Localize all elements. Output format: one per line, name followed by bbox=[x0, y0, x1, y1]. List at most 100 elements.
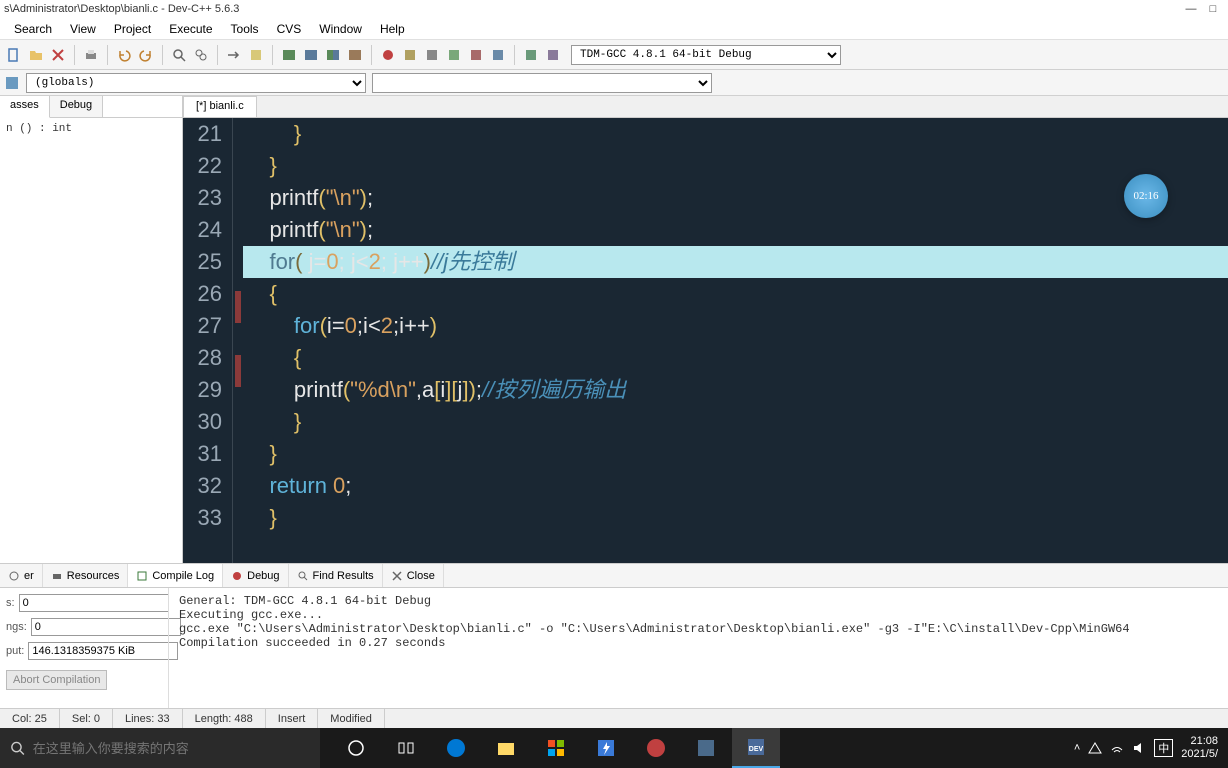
app-icon[interactable] bbox=[632, 728, 680, 768]
abort-button[interactable]: Abort Compilation bbox=[6, 670, 107, 690]
print-icon[interactable] bbox=[81, 45, 101, 65]
fold-strip[interactable] bbox=[233, 118, 243, 563]
app-edge-icon[interactable] bbox=[432, 728, 480, 768]
open-icon[interactable] bbox=[26, 45, 46, 65]
members-select[interactable] bbox=[372, 73, 712, 93]
bottom-tab-find-results[interactable]: Find Results bbox=[289, 564, 383, 587]
compiler-select[interactable]: TDM-GCC 4.8.1 64-bit Debug bbox=[571, 45, 841, 65]
output-field[interactable] bbox=[28, 642, 178, 660]
svg-text:DEV: DEV bbox=[749, 746, 764, 753]
app-icon-2[interactable] bbox=[682, 728, 730, 768]
globals-select[interactable]: (globals) bbox=[26, 73, 366, 93]
x-icon bbox=[391, 570, 403, 582]
menu-execute[interactable]: Execute bbox=[161, 20, 220, 38]
menu-view[interactable]: View bbox=[62, 20, 104, 38]
app-explorer-icon[interactable] bbox=[482, 728, 530, 768]
compile-icon[interactable] bbox=[279, 45, 299, 65]
app-devcpp-icon[interactable]: DEV bbox=[732, 728, 780, 768]
bottom-tab-close[interactable]: Close bbox=[383, 564, 444, 587]
cortana-icon[interactable] bbox=[332, 728, 380, 768]
code-content[interactable]: } } printf("\n"); printf("\n"); for( j=0… bbox=[243, 118, 1228, 563]
debug-icon[interactable] bbox=[378, 45, 398, 65]
replace-icon[interactable] bbox=[191, 45, 211, 65]
output-label: put: bbox=[6, 645, 24, 657]
scope-icon bbox=[4, 75, 20, 91]
status-bar: Col: 25 Sel: 0 Lines: 33 Length: 488 Ins… bbox=[0, 708, 1228, 728]
close-file-icon[interactable] bbox=[48, 45, 68, 65]
scope-bar: (globals) bbox=[0, 70, 1228, 96]
left-tab-asses[interactable]: asses bbox=[0, 96, 50, 118]
bottom-tab-resources[interactable]: Resources bbox=[43, 564, 129, 587]
tray-chevron-icon[interactable]: ˄ bbox=[1074, 742, 1080, 754]
tool4-icon[interactable] bbox=[488, 45, 508, 65]
code-editor[interactable]: 21222324252627282930313233 } } printf("\… bbox=[183, 118, 1228, 563]
tray-clock[interactable]: 21:08 2021/5/ bbox=[1181, 735, 1218, 761]
minimize-button[interactable]: — bbox=[1184, 3, 1198, 15]
app-store-icon[interactable] bbox=[532, 728, 580, 768]
printer-icon bbox=[51, 570, 63, 582]
left-tab-debug[interactable]: Debug bbox=[50, 96, 103, 117]
status-sel: Sel: 0 bbox=[60, 709, 113, 728]
menu-cvs[interactable]: CVS bbox=[269, 20, 310, 38]
status-col: Col: 25 bbox=[0, 709, 60, 728]
goto-icon[interactable] bbox=[224, 45, 244, 65]
tray-volume-icon[interactable] bbox=[1132, 741, 1146, 755]
menu-tools[interactable]: Tools bbox=[223, 20, 267, 38]
tray-wifi-icon[interactable] bbox=[1110, 741, 1124, 755]
window-title: s\Administrator\Desktop\bianli.c - Dev-C… bbox=[4, 3, 239, 15]
search-icon bbox=[297, 570, 309, 582]
taskview-icon[interactable] bbox=[382, 728, 430, 768]
compile-run-icon[interactable] bbox=[323, 45, 343, 65]
taskbar-search-input[interactable] bbox=[33, 741, 310, 756]
menu-help[interactable]: Help bbox=[372, 20, 413, 38]
bookmark-icon[interactable] bbox=[246, 45, 266, 65]
gear-icon bbox=[8, 570, 20, 582]
profile-icon[interactable] bbox=[400, 45, 420, 65]
warnings-field[interactable] bbox=[31, 618, 181, 636]
bottom-tab-debug[interactable]: Debug bbox=[223, 564, 288, 587]
errors-label: s: bbox=[6, 597, 15, 609]
compile-log[interactable]: General: TDM-GCC 4.8.1 64-bit Debug Exec… bbox=[168, 588, 1228, 708]
timer-badge: 02:16 bbox=[1124, 174, 1168, 218]
menu-project[interactable]: Project bbox=[106, 20, 159, 38]
class-browser[interactable]: n () : int bbox=[0, 118, 182, 563]
status-insert: Insert bbox=[266, 709, 319, 728]
tray-network-icon[interactable] bbox=[1088, 741, 1102, 755]
taskbar-search[interactable] bbox=[0, 728, 320, 768]
errors-field[interactable] bbox=[19, 594, 169, 612]
menu-bar: SearchViewProjectExecuteToolsCVSWindowHe… bbox=[0, 18, 1228, 40]
bottom-tab-compile-log[interactable]: Compile Log bbox=[128, 564, 223, 587]
tool5-icon[interactable] bbox=[521, 45, 541, 65]
bottom-tab-er[interactable]: er bbox=[0, 564, 43, 587]
editor-tab[interactable]: [*] bianli.c bbox=[183, 96, 257, 117]
left-panel: assesDebug n () : int bbox=[0, 96, 183, 563]
windows-taskbar[interactable]: DEV ˄ 中 21:08 2021/5/ bbox=[0, 728, 1228, 768]
rebuild-icon[interactable] bbox=[345, 45, 365, 65]
tool6-icon[interactable] bbox=[543, 45, 563, 65]
new-file-icon[interactable] bbox=[4, 45, 24, 65]
search-icon bbox=[10, 740, 25, 756]
find-icon[interactable] bbox=[169, 45, 189, 65]
line-gutter: 21222324252627282930313233 bbox=[183, 118, 233, 563]
app-thunder-icon[interactable] bbox=[582, 728, 630, 768]
run-icon[interactable] bbox=[301, 45, 321, 65]
log-icon bbox=[136, 570, 148, 582]
bug-icon bbox=[231, 570, 243, 582]
symbol-entry[interactable]: n () : int bbox=[6, 123, 72, 135]
menu-search[interactable]: Search bbox=[6, 20, 60, 38]
tray-ime[interactable]: 中 bbox=[1154, 739, 1173, 757]
tool1-icon[interactable] bbox=[422, 45, 442, 65]
warnings-label: ngs: bbox=[6, 621, 27, 633]
status-modified: Modified bbox=[318, 709, 385, 728]
bottom-panel: erResourcesCompile LogDebugFind ResultsC… bbox=[0, 563, 1228, 708]
redo-icon[interactable] bbox=[136, 45, 156, 65]
window-titlebar: s\Administrator\Desktop\bianli.c - Dev-C… bbox=[0, 0, 1228, 18]
maximize-button[interactable]: □ bbox=[1206, 3, 1220, 15]
undo-icon[interactable] bbox=[114, 45, 134, 65]
status-lines: Lines: 33 bbox=[113, 709, 183, 728]
menu-window[interactable]: Window bbox=[311, 20, 370, 38]
status-length: Length: 488 bbox=[183, 709, 266, 728]
tool3-icon[interactable] bbox=[466, 45, 486, 65]
main-toolbar: TDM-GCC 4.8.1 64-bit Debug bbox=[0, 40, 1228, 70]
tool2-icon[interactable] bbox=[444, 45, 464, 65]
